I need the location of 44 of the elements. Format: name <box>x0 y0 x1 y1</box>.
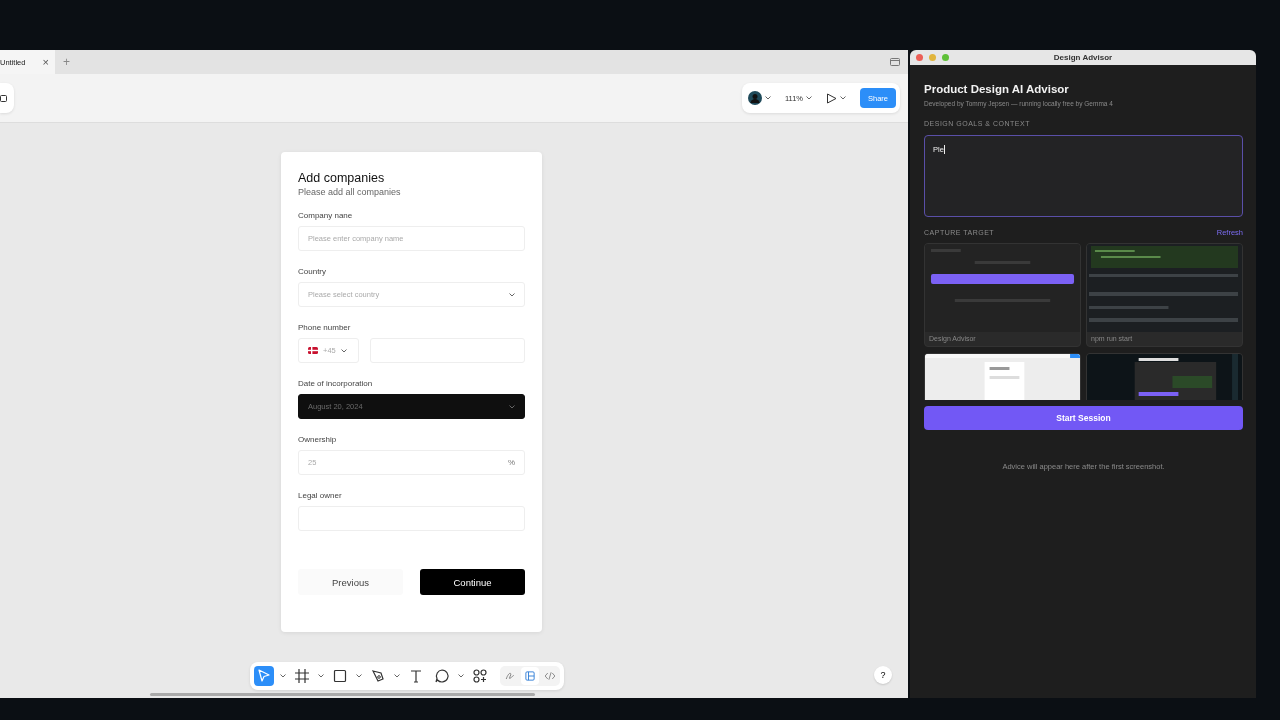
caret-icon <box>806 96 812 100</box>
flag-icon <box>308 347 318 354</box>
comment-icon <box>434 668 450 684</box>
layout-icon <box>524 670 536 682</box>
caret-icon <box>340 348 347 353</box>
frame-icon <box>294 668 310 684</box>
field-label: Date of incorporation <box>298 379 374 388</box>
avatar[interactable] <box>747 91 762 105</box>
help-button[interactable]: ? <box>874 666 892 684</box>
new-tab-button[interactable]: + <box>63 55 70 69</box>
play-icon[interactable] <box>826 92 837 104</box>
window-title: Design Advisor <box>1053 53 1113 62</box>
field-label: Legal owner <box>298 491 343 500</box>
zoom-button[interactable] <box>942 54 949 61</box>
form-title: Add companies <box>298 171 386 185</box>
previous-button[interactable]: Previous <box>298 569 403 595</box>
caret-icon <box>509 404 515 409</box>
close-button[interactable] <box>916 54 923 61</box>
field-label: Country <box>298 267 327 276</box>
start-session-button[interactable]: Start Session <box>924 406 1243 430</box>
close-button[interactable]: × <box>42 56 49 68</box>
rectangle-icon <box>332 668 348 684</box>
components-icon <box>472 668 488 684</box>
mode-button[interactable] <box>521 667 539 685</box>
field-label: Company nane <box>298 211 354 220</box>
panel-icon[interactable] <box>890 58 900 66</box>
continue-button[interactable]: Continue <box>420 569 525 595</box>
caret-icon <box>840 96 846 100</box>
draw-icon <box>504 670 516 682</box>
field-label: Ownership <box>298 435 338 444</box>
square-icon[interactable] <box>0 94 7 102</box>
code-icon <box>544 670 556 682</box>
pointer-icon <box>256 668 272 684</box>
scrollbar[interactable] <box>150 693 535 696</box>
text-icon <box>408 668 424 684</box>
caret-icon <box>764 96 771 100</box>
caret-icon <box>509 292 515 297</box>
tool-button[interactable] <box>432 666 452 686</box>
field-label: Phone number <box>298 323 352 332</box>
pen-icon <box>370 668 386 684</box>
form-subtitle: Please add all companies <box>298 187 402 197</box>
app-title: Product Design AI Advisor <box>924 83 1070 95</box>
tool-button[interactable] <box>292 666 312 686</box>
tool-button[interactable] <box>470 666 490 686</box>
